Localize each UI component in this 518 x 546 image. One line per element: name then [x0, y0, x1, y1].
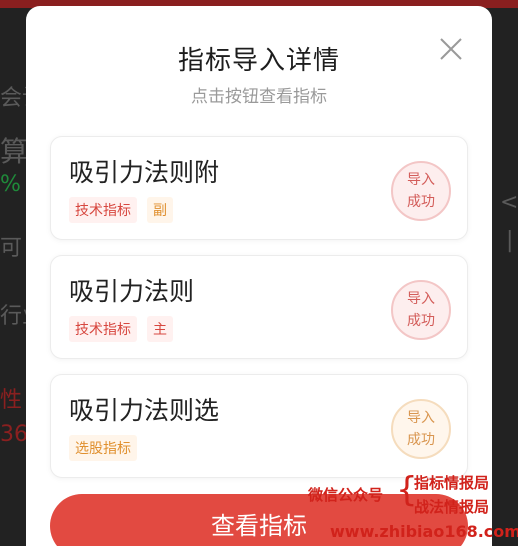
indicator-name: 吸引力法则附 [69, 158, 220, 187]
background-text: 可 [0, 236, 23, 261]
close-icon [440, 38, 462, 60]
background-text: % [0, 172, 21, 197]
background-text: | [506, 228, 514, 253]
indicator-name: 吸引力法则 [69, 277, 195, 306]
indicator-role-tag: 副 [147, 197, 173, 223]
import-success-stamp: 导入 成功 [391, 399, 451, 459]
modal-subtitle: 点击按钮查看指标 [191, 87, 327, 107]
indicator-type-tag: 技术指标 [69, 197, 137, 223]
import-success-stamp: 导入 成功 [391, 161, 451, 221]
watermark-url: www.zhibiao168.com [330, 522, 518, 541]
indicator-role-tag: 主 [147, 316, 173, 342]
indicator-card[interactable]: 吸引力法则选 选股指标 导入 成功 [50, 374, 468, 478]
import-success-stamp: 导入 成功 [391, 280, 451, 340]
background-text: < [500, 190, 518, 215]
indicator-card[interactable]: 吸引力法则附 技术指标 副 导入 成功 [50, 136, 468, 240]
indicator-tags: 技术指标 主 [69, 316, 173, 342]
stamp-text: 成功 [407, 194, 435, 210]
indicator-name: 吸引力法则选 [69, 396, 220, 425]
background-text: 性 [0, 388, 23, 413]
watermark-account-label: 微信公众号 [308, 486, 384, 504]
modal-title: 指标导入详情 [177, 46, 340, 76]
background-text: 36 [0, 422, 28, 447]
stamp-text: 成功 [407, 432, 435, 448]
stamp-text: 导入 [407, 172, 435, 188]
watermark-line1: 指标情报局 [414, 474, 490, 492]
stamp-text: 导入 [407, 410, 435, 426]
stamp-text: 成功 [407, 313, 435, 329]
import-details-modal: 指标导入详情 点击按钮查看指标 吸引力法则附 技术指标 副 导入 成功 吸引力法… [26, 6, 492, 546]
close-button[interactable] [436, 34, 466, 64]
stamp-text: 导入 [407, 291, 435, 307]
watermark-line2: 战法情报局 [414, 498, 490, 516]
indicator-tags: 选股指标 [69, 435, 137, 461]
indicator-type-tag: 选股指标 [69, 435, 137, 461]
indicator-card[interactable]: 吸引力法则 技术指标 主 导入 成功 [50, 255, 468, 359]
background-text: 算 [0, 135, 29, 168]
indicator-type-tag: 技术指标 [69, 316, 137, 342]
indicator-tags: 技术指标 副 [69, 197, 173, 223]
